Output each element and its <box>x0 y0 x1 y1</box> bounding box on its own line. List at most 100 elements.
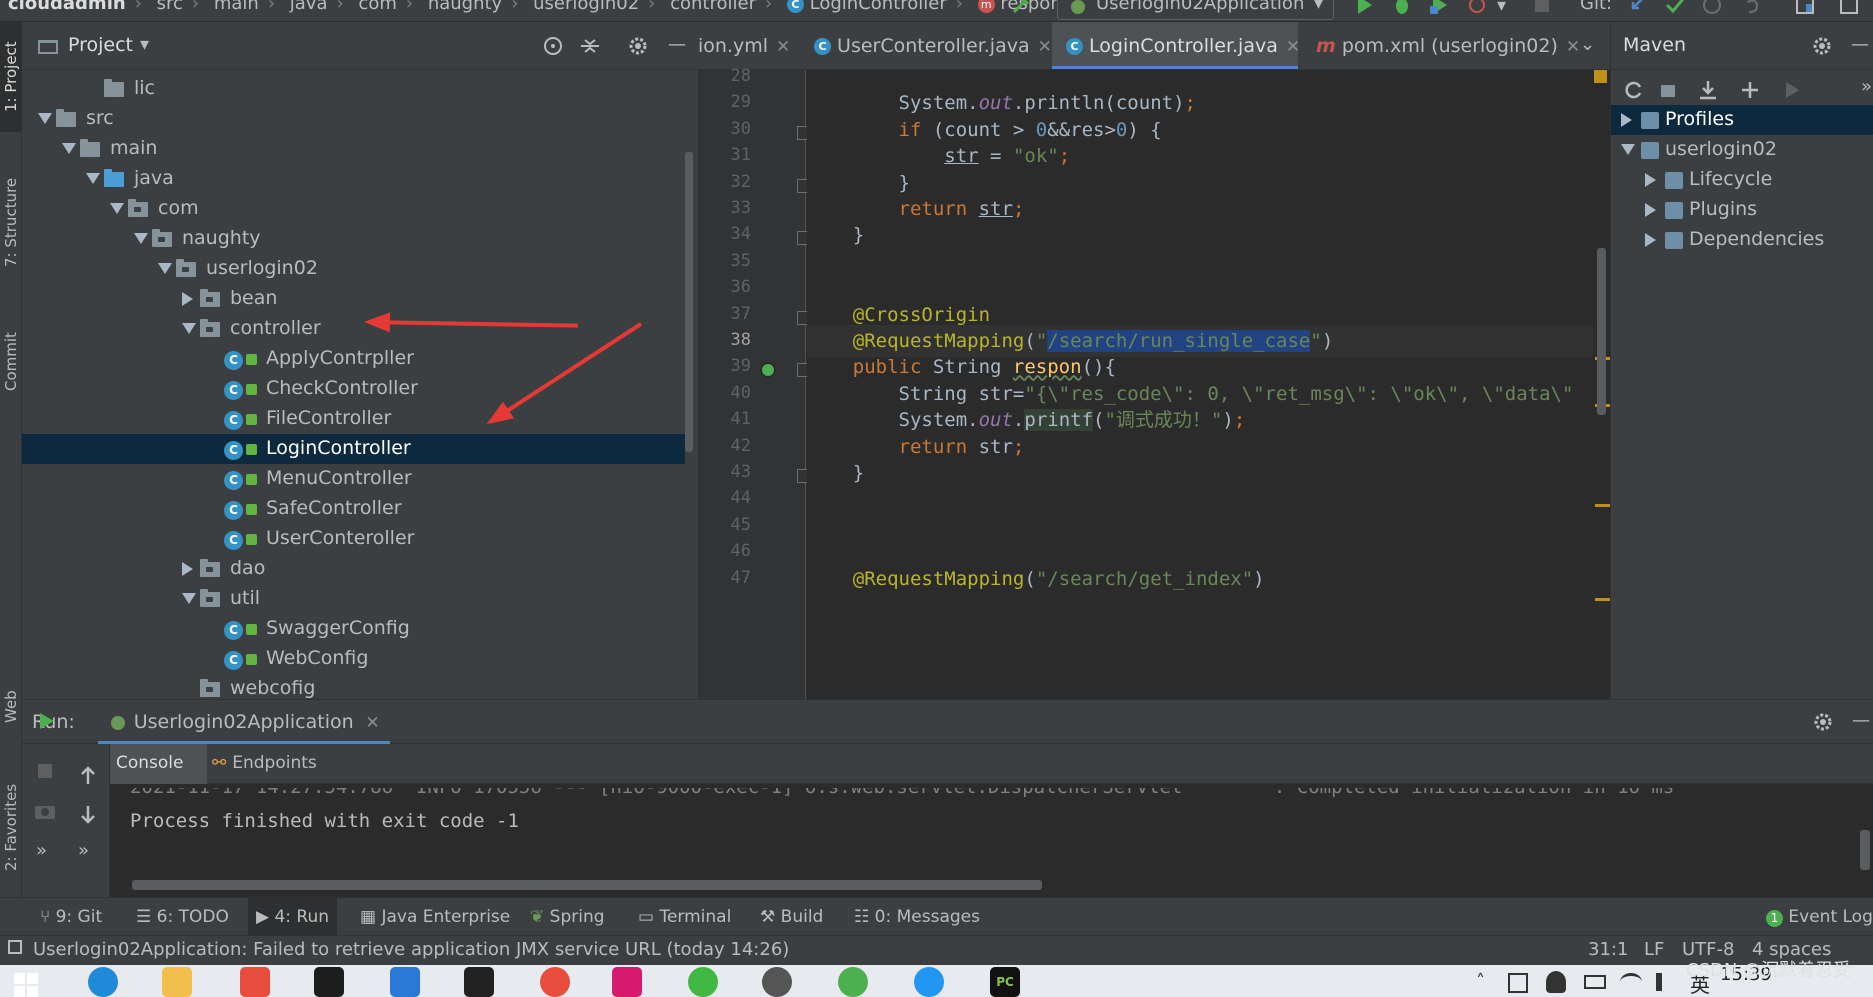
chevron-up-icon[interactable]: ˄ <box>1476 971 1485 992</box>
breadcrumb-com[interactable]: com <box>358 0 396 14</box>
terminal-app-icon[interactable] <box>464 967 494 997</box>
more-icon[interactable]: » <box>1861 76 1872 97</box>
tool-spring[interactable]: ❦ Spring <box>530 907 605 927</box>
close-icon[interactable]: ✕ <box>1566 37 1580 57</box>
chevron-down-icon[interactable] <box>134 233 148 244</box>
tree-node-userlogin02[interactable]: userlogin02 <box>22 254 685 284</box>
file-explorer-icon[interactable] <box>162 967 192 997</box>
tree-node-safecontroller[interactable]: C SafeController <box>22 494 685 524</box>
coverage-icon[interactable] <box>1428 0 1450 16</box>
run-configuration-select[interactable]: Userlogin02Application ▾ <box>1057 0 1334 20</box>
run-icon[interactable] <box>1353 0 1375 16</box>
editor-scrollbar[interactable] <box>1597 248 1606 415</box>
tree-node-userconteroller[interactable]: C UserConteroller <box>22 524 685 554</box>
chevron-down-icon[interactable] <box>1621 144 1635 155</box>
chevron-down-icon[interactable] <box>110 203 124 214</box>
tree-node-webconfig[interactable]: C WebConfig <box>22 644 685 674</box>
chevron-right-icon[interactable] <box>1645 173 1656 187</box>
tool-windows-toggle-icon[interactable] <box>8 940 22 954</box>
search-everywhere-icon[interactable] <box>1838 0 1860 16</box>
tab-web[interactable]: Web <box>0 672 22 742</box>
project-structure-icon[interactable] <box>1794 0 1816 16</box>
maven-node-userlogin02[interactable]: userlogin02 <box>1611 135 1873 165</box>
minimize-icon[interactable]: — <box>1852 710 1870 731</box>
user-avatar-app-icon[interactable] <box>762 967 792 997</box>
tool-run[interactable]: ▶ 4: Run <box>248 898 338 936</box>
console-horizontal-scrollbar[interactable] <box>132 880 1042 890</box>
edge-icon[interactable] <box>88 967 118 997</box>
warning-mark[interactable] <box>1595 598 1610 601</box>
chevron-down-icon[interactable] <box>62 143 76 154</box>
chevron-down-icon[interactable] <box>182 323 196 334</box>
code-line[interactable]: @RequestMapping("/search/get_index") <box>807 563 1610 595</box>
chevron-down-icon[interactable] <box>158 263 172 274</box>
warning-indicator-icon[interactable] <box>1594 70 1607 83</box>
maven-node-plugins[interactable]: Plugins <box>1611 195 1873 225</box>
pycharm-icon[interactable]: PC <box>990 967 1020 997</box>
volume-icon[interactable] <box>1656 973 1674 991</box>
console-vertical-scrollbar[interactable] <box>1860 830 1870 870</box>
tab-logincontroller[interactable]: C LoginController.java ✕ <box>1052 22 1300 69</box>
breadcrumb-java[interactable]: java <box>290 0 328 14</box>
profile-icon[interactable] <box>1467 0 1489 16</box>
breadcrumb-naughty[interactable]: naughty <box>428 0 502 14</box>
chevron-down-icon[interactable]: ⌄ <box>1580 34 1595 55</box>
tab-endpoints[interactable]: ⚯ Endpoints <box>212 753 317 773</box>
tray-icon[interactable] <box>1508 973 1528 993</box>
line-separator[interactable]: LF <box>1644 939 1664 960</box>
breadcrumb-login-controller[interactable]: LoginController <box>810 0 947 14</box>
tab-favorites[interactable]: 2: Favorites <box>0 762 22 892</box>
windows-start-icon[interactable] <box>14 973 38 997</box>
warning-mark[interactable] <box>1595 504 1610 507</box>
tree-node-bean[interactable]: bean <box>22 284 685 314</box>
debug-icon[interactable] <box>1391 0 1413 16</box>
chevron-down-icon[interactable] <box>182 593 196 604</box>
mail-icon[interactable] <box>314 967 344 997</box>
battery-icon[interactable] <box>1584 975 1606 989</box>
download-icon[interactable] <box>1697 79 1719 101</box>
tree-node-src[interactable]: src <box>22 104 685 134</box>
chevron-right-icon[interactable] <box>182 292 193 306</box>
error-stripe[interactable] <box>1593 70 1610 699</box>
minimize-icon[interactable]: — <box>668 34 686 55</box>
chevron-right-icon[interactable] <box>182 562 193 576</box>
tree-node-filecontroller[interactable]: C FileController <box>22 404 685 434</box>
gear-icon[interactable] <box>627 35 649 57</box>
tree-node-menucontroller[interactable]: C MenuController <box>22 464 685 494</box>
more-icon[interactable]: » <box>36 840 47 861</box>
breadcrumb-controller[interactable]: controller <box>670 0 756 14</box>
endpoint-gutter-icon[interactable] <box>760 362 776 379</box>
tree-node-main[interactable]: main <box>22 134 685 164</box>
tree-node-dao[interactable]: dao <box>22 554 685 584</box>
caret-position[interactable]: 31:1 <box>1588 939 1628 960</box>
tree-node-swaggerconfig[interactable]: C SwaggerConfig <box>22 614 685 644</box>
add-icon[interactable] <box>1739 79 1761 101</box>
git-update-icon[interactable] <box>1627 0 1649 16</box>
tree-node-checkcontroller[interactable]: C CheckController <box>22 374 685 404</box>
tool-messages[interactable]: ☷ 0: Messages <box>854 907 980 927</box>
chevron-down-icon[interactable]: ▾ <box>1497 0 1506 16</box>
wifi-icon[interactable] <box>1620 973 1642 991</box>
vscode-icon[interactable] <box>390 967 420 997</box>
tree-node-logincontroller[interactable]: C LoginController <box>22 434 685 464</box>
gear-icon[interactable] <box>1812 711 1834 733</box>
collapse-all-icon[interactable] <box>579 35 601 57</box>
rerun-icon[interactable] <box>36 711 56 731</box>
camera-icon[interactable] <box>34 802 56 820</box>
close-icon[interactable]: ✕ <box>365 713 379 733</box>
close-icon[interactable]: ✕ <box>1038 37 1052 57</box>
stop-icon[interactable] <box>1531 0 1553 16</box>
tree-node-controller[interactable]: controller <box>22 314 685 344</box>
leaf-app-icon[interactable] <box>838 967 868 997</box>
tool-todo[interactable]: ☰ 6: TODO <box>136 907 229 927</box>
wechat-icon[interactable] <box>688 967 718 997</box>
chevron-down-icon[interactable]: ▾ <box>140 34 149 55</box>
maven-node-dependencies[interactable]: Dependencies <box>1611 225 1873 255</box>
project-panel-title[interactable]: Project <box>68 34 133 56</box>
status-message[interactable]: Userlogin02Application: Failed to retrie… <box>33 939 789 960</box>
breadcrumb-src[interactable]: src <box>157 0 183 14</box>
breadcrumb-main[interactable]: main <box>214 0 259 14</box>
tree-node-util[interactable]: util <box>22 584 685 614</box>
tool-build[interactable]: ⚒ Build <box>760 907 823 927</box>
tree-node-com[interactable]: com <box>22 194 685 224</box>
